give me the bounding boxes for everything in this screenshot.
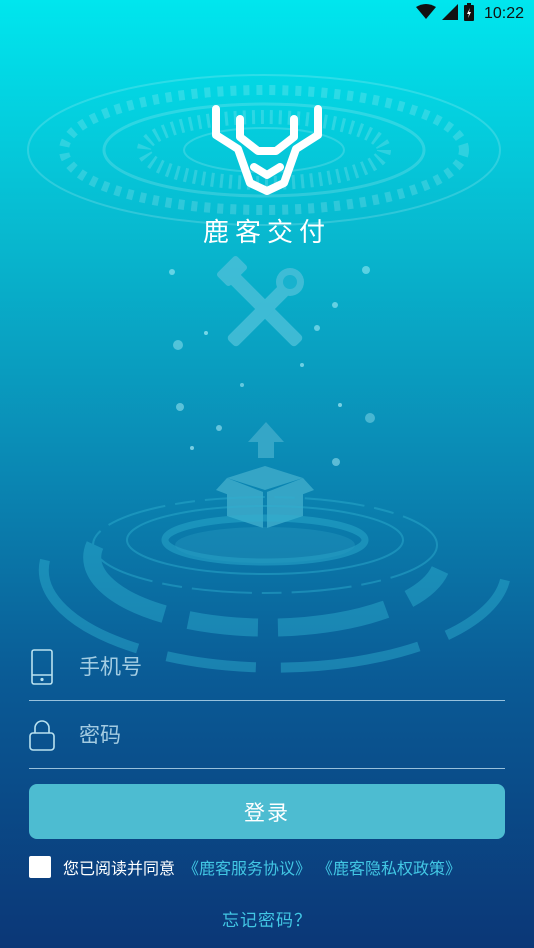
forgot-password-link[interactable]: 忘记密码？ (0, 906, 534, 931)
tools-icon (216, 255, 304, 347)
privacy-policy-link[interactable]: 《鹿客隐私权政策》 (317, 855, 461, 879)
battery-icon (463, 3, 474, 25)
clock-time: 10:22 (483, 5, 524, 22)
status-bar: 10:22 (0, 0, 534, 28)
wifi-icon (415, 4, 436, 24)
phone-field[interactable] (29, 633, 505, 701)
agreement-row: 您已阅读并同意 《鹿客服务协议》 《鹿客隐私权政策》 (29, 855, 461, 879)
password-input[interactable] (79, 722, 505, 747)
password-field[interactable] (29, 701, 505, 769)
box-upload-icon (216, 422, 314, 528)
service-agreement-link[interactable]: 《鹿客服务协议》 (183, 855, 311, 879)
agreement-checkbox[interactable] (29, 856, 51, 878)
login-button[interactable]: 登录 (29, 784, 505, 839)
deer-antler-logo (212, 105, 322, 195)
phone-input[interactable] (79, 654, 505, 679)
phone-icon (29, 648, 55, 685)
agreement-text: 您已阅读并同意 (63, 859, 176, 878)
app-name: 鹿客交付 (202, 218, 331, 248)
signal-icon (441, 4, 458, 24)
lock-icon (29, 717, 55, 753)
